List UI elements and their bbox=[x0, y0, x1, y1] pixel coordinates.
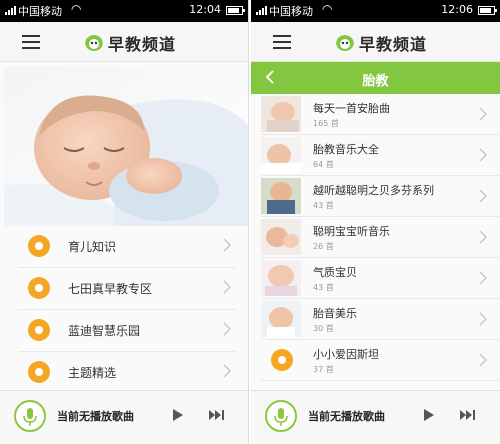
signal-icon bbox=[256, 6, 267, 15]
chevron-right-icon bbox=[479, 353, 488, 367]
clock: 12:04 bbox=[189, 3, 221, 16]
list-item[interactable]: 胎音美乐 30 首 bbox=[261, 299, 500, 340]
category-screen: 中国移动 ◠ 12:06 早教频道 胎教 每天一首安胎曲 165 首 胎教音乐大… bbox=[251, 0, 500, 444]
menu-item-featured[interactable]: 主题精选 bbox=[18, 352, 236, 394]
chevron-right-icon bbox=[479, 230, 488, 244]
chevron-right-icon bbox=[223, 364, 232, 378]
chevron-right-icon bbox=[223, 280, 232, 294]
song-count: 165 首 bbox=[313, 119, 339, 128]
category-header: 胎教 bbox=[251, 62, 500, 94]
status-bar: 中国移动 ◠ 12:04 bbox=[0, 0, 248, 22]
mini-player: 当前无播放歌曲 bbox=[251, 390, 500, 444]
chevron-right-icon bbox=[479, 271, 488, 285]
list-item[interactable]: 聪明宝宝听音乐 26 首 bbox=[261, 217, 500, 258]
baby-photo-thumbnail bbox=[261, 260, 301, 296]
now-playing-status: 当前无播放歌曲 bbox=[308, 410, 385, 423]
logo-icon bbox=[336, 35, 354, 51]
orange-dot-icon bbox=[28, 361, 50, 383]
hero-banner-image[interactable] bbox=[4, 66, 248, 226]
song-count: 37 首 bbox=[313, 365, 334, 374]
wifi-icon: ◠ bbox=[71, 2, 82, 16]
voice-button[interactable] bbox=[14, 400, 46, 432]
mini-player: 当前无播放歌曲 bbox=[0, 390, 248, 444]
baby-photo-thumbnail bbox=[261, 219, 301, 255]
song-list: 每天一首安胎曲 165 首 胎教音乐大全 64 首 越听越聪明之贝多芬系列 43… bbox=[251, 94, 500, 381]
voice-button[interactable] bbox=[265, 400, 297, 432]
category-title: 胎教 bbox=[362, 74, 389, 89]
orange-dot-icon bbox=[28, 235, 50, 257]
play-icon[interactable] bbox=[172, 408, 184, 422]
chevron-right-icon bbox=[479, 312, 488, 326]
skip-next-icon[interactable] bbox=[459, 409, 477, 421]
song-title: 每天一首安胎曲 bbox=[313, 102, 390, 115]
list-item[interactable]: 越听越聪明之贝多芬系列 43 首 bbox=[261, 176, 500, 217]
wifi-icon: ◠ bbox=[322, 2, 333, 16]
chevron-right-icon bbox=[479, 107, 488, 121]
song-title: 气质宝贝 bbox=[313, 266, 357, 279]
play-icon[interactable] bbox=[423, 408, 435, 422]
brand: 早教频道 bbox=[84, 31, 176, 55]
brand: 早教频道 bbox=[335, 31, 427, 55]
now-playing-status: 当前无播放歌曲 bbox=[57, 410, 134, 423]
microphone-icon bbox=[274, 408, 288, 426]
list-item[interactable]: 每天一首安胎曲 165 首 bbox=[261, 94, 500, 135]
microphone-icon bbox=[23, 408, 37, 426]
battery-icon bbox=[226, 6, 245, 15]
battery-icon bbox=[478, 6, 497, 15]
orange-dot-icon bbox=[28, 319, 50, 341]
app-title: 早教频道 bbox=[359, 35, 428, 54]
app-header: 早教频道 bbox=[0, 22, 248, 62]
song-title: 小小爱因斯坦 bbox=[313, 348, 379, 361]
chevron-right-icon bbox=[479, 148, 488, 162]
orange-dot-icon bbox=[271, 349, 293, 371]
song-title: 胎教音乐大全 bbox=[313, 143, 379, 156]
home-menu-list: 育儿知识 七田真早教专区 蓝迪智慧乐园 主题精选 bbox=[0, 226, 248, 394]
song-count: 26 首 bbox=[313, 242, 334, 251]
list-item[interactable]: 胎教音乐大全 64 首 bbox=[261, 135, 500, 176]
hamburger-menu-icon[interactable] bbox=[22, 35, 40, 49]
hamburger-menu-icon[interactable] bbox=[273, 35, 291, 49]
menu-item-label: 蓝迪智慧乐园 bbox=[68, 324, 141, 338]
song-title: 聪明宝宝听音乐 bbox=[313, 225, 390, 238]
chevron-right-icon bbox=[479, 189, 488, 203]
baby-photo-thumbnail bbox=[261, 178, 301, 214]
carrier-label: 中国移动 bbox=[18, 5, 62, 18]
song-count: 30 首 bbox=[313, 324, 334, 333]
orange-dot-icon bbox=[28, 277, 50, 299]
chevron-right-icon bbox=[223, 322, 232, 336]
signal-icon bbox=[5, 6, 16, 15]
app-title: 早教频道 bbox=[108, 35, 177, 54]
song-title: 越听越聪明之贝多芬系列 bbox=[313, 184, 434, 197]
baby-photo-thumbnail bbox=[261, 301, 301, 337]
home-screen: 中国移动 ◠ 12:04 早教频道 育儿知识 七田真早教专区 蓝迪智慧乐园 主题… bbox=[0, 0, 249, 444]
app-header: 早教频道 bbox=[251, 22, 500, 62]
menu-item-label: 主题精选 bbox=[68, 366, 117, 380]
song-count: 64 首 bbox=[313, 160, 334, 169]
song-count: 43 首 bbox=[313, 201, 334, 210]
carrier-label: 中国移动 bbox=[269, 5, 313, 18]
status-bar: 中国移动 ◠ 12:06 bbox=[251, 0, 500, 22]
menu-item-label: 育儿知识 bbox=[68, 240, 117, 254]
menu-item-landi[interactable]: 蓝迪智慧乐园 bbox=[18, 310, 236, 352]
list-item[interactable]: 气质宝贝 43 首 bbox=[261, 258, 500, 299]
menu-item-parenting[interactable]: 育儿知识 bbox=[18, 226, 236, 268]
clock: 12:06 bbox=[441, 3, 473, 16]
list-item[interactable]: 小小爱因斯坦 37 首 bbox=[261, 340, 500, 381]
skip-next-icon[interactable] bbox=[208, 409, 226, 421]
baby-photo-thumbnail bbox=[261, 96, 301, 132]
chevron-right-icon bbox=[223, 238, 232, 252]
menu-item-shichida[interactable]: 七田真早教专区 bbox=[18, 268, 236, 310]
baby-photo-thumbnail bbox=[261, 137, 301, 173]
logo-icon bbox=[85, 35, 103, 51]
song-count: 43 首 bbox=[313, 283, 334, 292]
song-title: 胎音美乐 bbox=[313, 307, 357, 320]
menu-item-label: 七田真早教专区 bbox=[68, 282, 153, 296]
